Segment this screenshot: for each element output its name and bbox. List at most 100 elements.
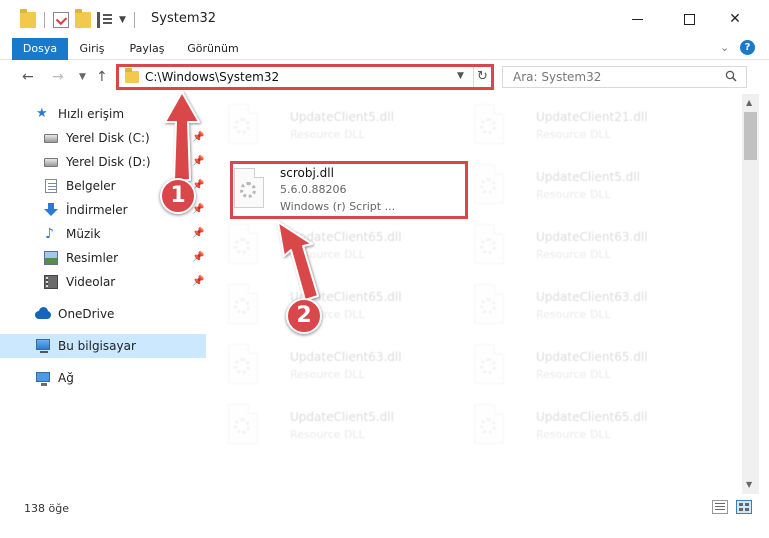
back-button[interactable]: ← [22, 69, 34, 85]
tab-view[interactable]: Görünüm [184, 38, 242, 60]
pin-icon[interactable]: 📌 [192, 150, 204, 174]
file-type: Resource DLL [536, 188, 611, 201]
videos-icon [44, 275, 58, 289]
dll-file-icon [474, 344, 504, 384]
dll-file-icon [474, 104, 504, 144]
forward-button[interactable]: → [52, 69, 64, 85]
step-badge-1: 1 [160, 178, 196, 214]
view-icon[interactable] [97, 12, 113, 28]
gear-icon [480, 298, 496, 314]
dll-file-icon [228, 284, 258, 324]
help-icon[interactable]: ? [740, 40, 755, 55]
list-item[interactable]: UpdateClient63.dll Resource DLL [466, 220, 706, 268]
scroll-down-icon[interactable]: ▼ [746, 480, 752, 489]
folder-icon[interactable] [20, 9, 36, 28]
file-type: Resource DLL [536, 368, 611, 381]
list-item[interactable]: UpdateClient63.dll Resource DLL [220, 340, 460, 388]
large-icons-view-icon[interactable] [736, 500, 752, 514]
gear-icon [480, 418, 496, 434]
network-icon [36, 372, 50, 386]
dll-file-icon [228, 404, 258, 444]
tab-home[interactable]: Giriş [72, 38, 112, 60]
sidebar-item-videos[interactable]: Videolar 📌 [0, 270, 206, 294]
gear-icon [480, 238, 496, 254]
new-folder-icon[interactable] [75, 9, 91, 28]
pin-icon[interactable]: 📌 [192, 270, 204, 294]
sidebar-item-quick-access[interactable]: ★ Hızlı erişim [0, 102, 206, 126]
sidebar-item-label: Resimler [66, 251, 119, 265]
dll-file-icon [228, 104, 258, 144]
scrollbar-thumb[interactable] [744, 112, 757, 160]
file-type: Resource DLL [290, 368, 365, 381]
file-type: Resource DLL [290, 248, 365, 261]
scroll-up-icon[interactable]: ▲ [746, 98, 752, 107]
vertical-scrollbar[interactable]: ▲ ▼ [742, 94, 759, 494]
pin-icon[interactable]: 📌 [192, 126, 204, 150]
sidebar-item-label: Hızlı erişim [58, 107, 125, 121]
address-highlight-box [116, 64, 494, 90]
list-item[interactable]: UpdateClient21.dll Resource DLL [466, 100, 706, 148]
gear-icon [480, 358, 496, 374]
details-view-icon[interactable] [712, 500, 728, 514]
sidebar-item-label: Videolar [66, 275, 116, 289]
file-name: UpdateClient63.dll [536, 290, 648, 304]
file-type: Resource DLL [290, 428, 365, 441]
file-type: Resource DLL [290, 128, 365, 141]
sidebar-item-label: OneDrive [58, 307, 115, 321]
tab-file[interactable]: Dosya [12, 38, 68, 60]
list-item[interactable]: UpdateClient5.dll Resource DLL [220, 400, 460, 448]
file-name: UpdateClient21.dll [536, 110, 648, 124]
sidebar-item-label: Müzik [66, 227, 101, 241]
sidebar-item-local-disk-c[interactable]: Yerel Disk (C:) 📌 [0, 126, 206, 150]
list-item[interactable]: UpdateClient5.dll Resource DLL [220, 100, 460, 148]
search-input[interactable]: Ara: System32 [502, 66, 747, 88]
sidebar-item-onedrive[interactable]: OneDrive [0, 302, 206, 326]
tab-share[interactable]: Paylaş [124, 38, 170, 60]
file-highlight-box [230, 161, 468, 219]
ribbon: Dosya Giriş Paylaş Görünüm ⌄ ? [0, 38, 769, 60]
window-title: System32 [151, 11, 217, 26]
gear-icon [234, 418, 250, 434]
chevron-down-icon[interactable]: ▼ [119, 15, 126, 25]
status-bar: 138 öğe [0, 494, 769, 538]
step-badge-2: 2 [286, 298, 322, 334]
list-item[interactable]: UpdateClient65.dll Resource DLL [220, 220, 460, 268]
list-item[interactable]: UpdateClient63.dll Resource DLL [466, 280, 706, 328]
sidebar-item-pictures[interactable]: Resimler 📌 [0, 246, 206, 270]
gear-icon [234, 298, 250, 314]
gear-icon [234, 358, 250, 374]
sidebar-item-label: Yerel Disk (C:) [66, 131, 150, 145]
file-name: UpdateClient65.dll [536, 350, 648, 364]
divider [44, 12, 45, 28]
sidebar-item-this-pc[interactable]: Bu bilgisayar [0, 334, 206, 358]
maximize-button[interactable] [666, 0, 712, 38]
disk-icon [44, 158, 58, 167]
list-item[interactable]: UpdateClient5.dll Resource DLL [466, 160, 706, 208]
sidebar-item-label: Belgeler [66, 179, 116, 193]
dll-file-icon [474, 284, 504, 324]
computer-icon [36, 339, 50, 353]
file-type: Resource DLL [536, 128, 611, 141]
sidebar-item-network[interactable]: Ağ [0, 366, 206, 390]
item-count: 138 öğe [24, 502, 69, 515]
sidebar-item-local-disk-d[interactable]: Yerel Disk (D:) 📌 [0, 150, 206, 174]
gear-icon [480, 178, 496, 194]
pin-icon[interactable]: 📌 [192, 222, 204, 246]
list-item[interactable]: UpdateClient65.dll Resource DLL [220, 280, 460, 328]
divider [133, 12, 135, 28]
minimize-button[interactable] [614, 0, 660, 38]
pin-icon[interactable]: 📌 [192, 246, 204, 270]
up-button[interactable]: ↑ [96, 69, 108, 85]
cloud-icon [35, 307, 51, 321]
close-button[interactable]: ✕ [712, 0, 758, 38]
list-item[interactable]: UpdateClient65.dll Resource DLL [466, 340, 706, 388]
file-name: UpdateClient5.dll [290, 410, 394, 424]
recent-locations-chevron-icon[interactable]: ▼ [79, 72, 86, 82]
downloads-icon [44, 203, 58, 217]
sidebar-item-music[interactable]: ♪ Müzik 📌 [0, 222, 206, 246]
properties-icon[interactable] [53, 12, 69, 28]
list-item[interactable]: UpdateClient65.dll Resource DLL [466, 400, 706, 448]
expand-ribbon-icon[interactable]: ⌄ [720, 41, 729, 54]
search-icon [725, 70, 737, 82]
documents-icon [45, 179, 57, 193]
